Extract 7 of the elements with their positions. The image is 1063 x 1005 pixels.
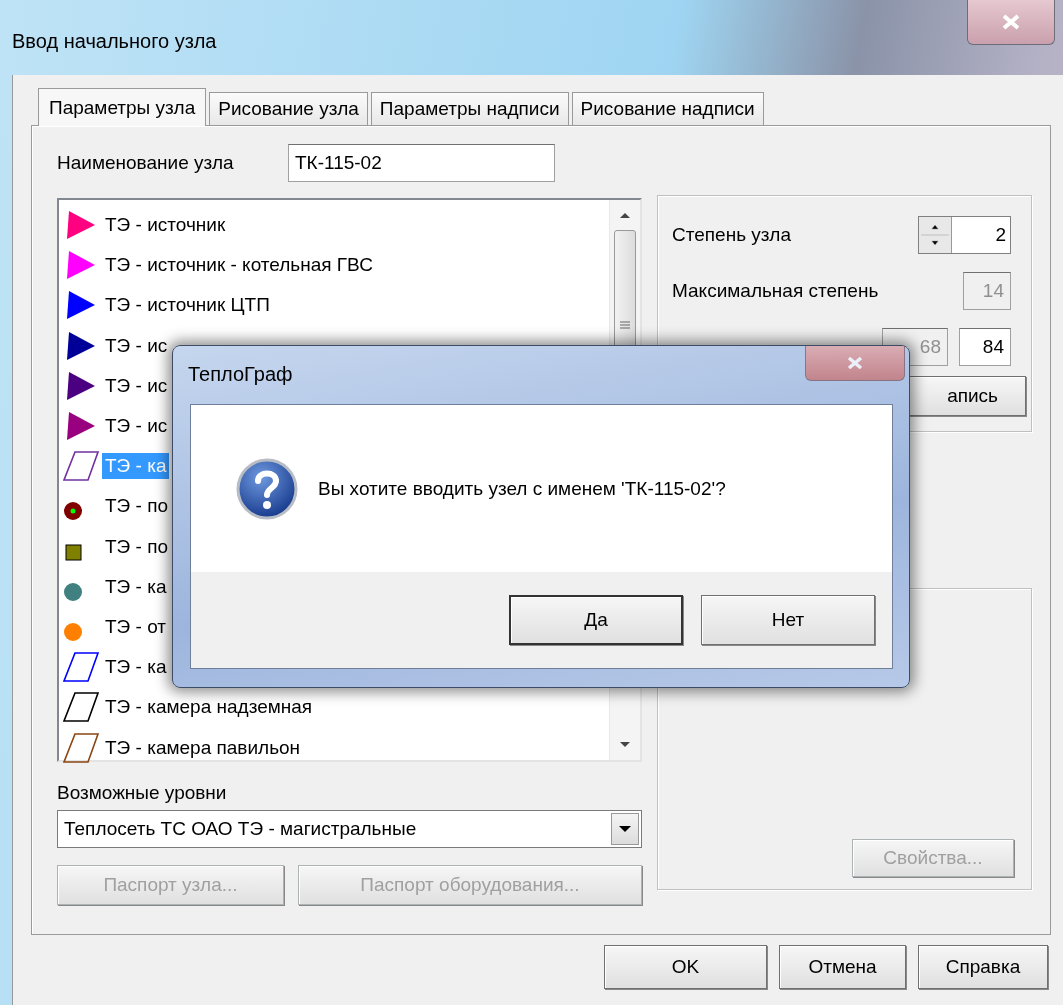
field-label: Максимальная степень — [672, 280, 880, 302]
field-label: Степень узла — [672, 224, 792, 246]
field-label: Наименование узла — [57, 151, 235, 174]
field-label: Возможные уровни — [57, 782, 228, 804]
message-text: Вы хотите вводить узел с именем 'ТК-115-02'? — [318, 477, 726, 500]
dialog-title: ТеплоГраф — [188, 363, 293, 386]
window-title: Ввод начального узла — [12, 30, 217, 53]
